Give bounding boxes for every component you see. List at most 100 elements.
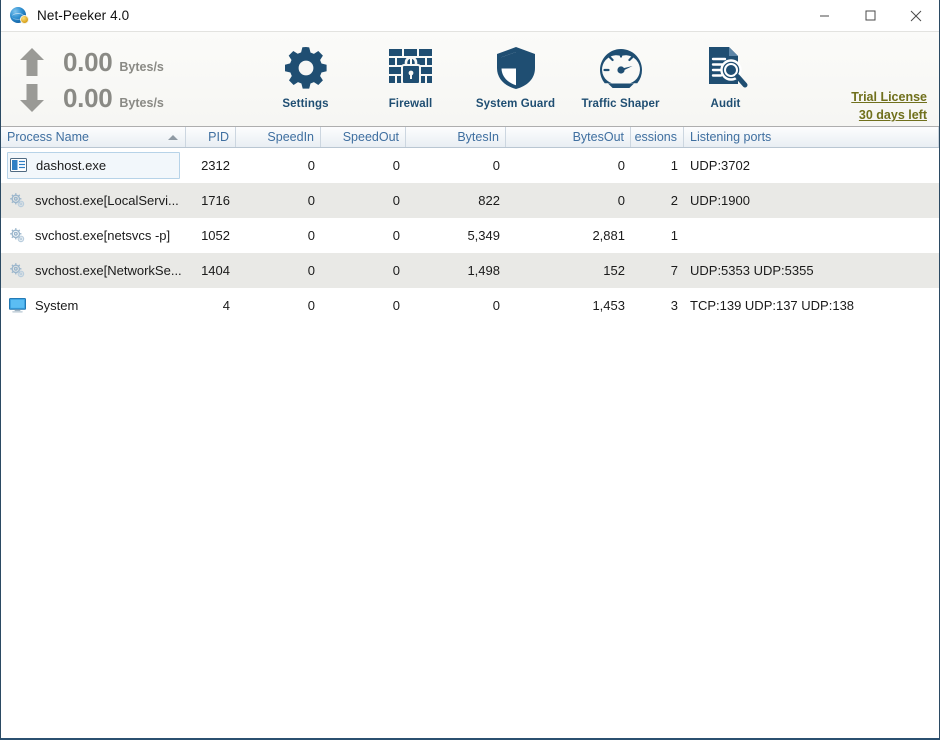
speedometer-icon [598, 44, 644, 92]
column-label-listening-ports: Listening ports [690, 130, 772, 144]
cell-sin: 0 [307, 228, 315, 243]
monitor-icon [9, 297, 26, 314]
cell-sin: 0 [307, 193, 315, 208]
cell-process-name[interactable]: svchost.exe[LocalServi... [1, 187, 186, 214]
toolbar-label-system-guard: System Guard [475, 98, 556, 110]
upload-speed: 0.00 Bytes/s [63, 49, 223, 75]
cell-sout: 0 [392, 158, 400, 173]
cell-sout: 0 [392, 228, 400, 243]
cell-sess: 3 [670, 298, 678, 313]
cell-bin: 822 [478, 193, 500, 208]
table-body: dashost.exe 2312 0 0 0 0 1 UDP:3702 svchost.exe[… [1, 148, 939, 738]
minimize-icon[interactable] [801, 0, 847, 31]
shield-icon [494, 44, 538, 92]
cell-pid: 2312 [201, 158, 230, 173]
close-icon[interactable] [893, 0, 939, 31]
speed-arrows [1, 32, 63, 126]
toolbar-label-traffic-shaper: Traffic Shaper [581, 98, 660, 110]
process-name-label: System [35, 298, 79, 313]
download-speed: 0.00 Bytes/s [63, 85, 223, 111]
cell-bout: 152 [603, 263, 625, 278]
cell-bin: 5,349 [467, 228, 500, 243]
license-line-1[interactable]: Trial License [851, 88, 927, 106]
cell-sout: 0 [392, 193, 400, 208]
sort-ascending-icon [168, 135, 178, 140]
column-header-listening-ports[interactable]: Listening ports [684, 127, 939, 147]
toolbar-button-firewall[interactable]: Firewall [358, 44, 463, 110]
cell-bout: 0 [617, 158, 625, 173]
cell-sess: 7 [670, 263, 678, 278]
app-globe-gear-icon [10, 6, 29, 24]
process-name-label: svchost.exe[LocalServi... [35, 193, 179, 208]
cell-listening-ports: TCP:139 UDP:137 UDP:138 [690, 298, 855, 313]
process-name-wrapper: svchost.exe[LocalServi... [7, 187, 180, 214]
column-label-pid: PID [208, 130, 229, 144]
upload-speed-unit: Bytes/s [119, 60, 164, 74]
column-header-speedout[interactable]: SpeedOut [321, 127, 406, 147]
arrow-up-icon [19, 47, 45, 77]
cell-process-name[interactable]: dashost.exe [1, 152, 186, 179]
table-row[interactable]: svchost.exe[netsvcs -p] 1052 0 0 5,349 2,881 1 [1, 218, 939, 253]
window-controls [801, 0, 939, 31]
download-speed-unit: Bytes/s [119, 96, 164, 110]
trial-license-link[interactable]: Trial License 30 days left [851, 88, 927, 124]
process-name-label: svchost.exe[NetworkSe... [35, 263, 182, 278]
column-header-process-name[interactable]: Process Name [1, 127, 186, 147]
cell-listening-ports: UDP:5353 UDP:5355 [690, 263, 814, 278]
cell-sin: 0 [307, 263, 315, 278]
column-header-bytesout[interactable]: BytesOut [506, 127, 631, 147]
service-gear-icon [9, 262, 26, 279]
table-row[interactable]: svchost.exe[NetworkSe... 1404 0 0 1,498 152 7 U… [1, 253, 939, 288]
cell-pid: 1716 [201, 193, 230, 208]
column-header-bytesin[interactable]: BytesIn [406, 127, 506, 147]
table-row[interactable]: dashost.exe 2312 0 0 0 0 1 UDP:3702 [1, 148, 939, 183]
column-header-pid[interactable]: PID [186, 127, 236, 147]
toolbar-label-audit: Audit [710, 98, 741, 110]
toolbar-button-system-guard[interactable]: System Guard [463, 44, 568, 110]
gear-icon [283, 44, 329, 92]
brick-wall-lock-icon [388, 44, 434, 92]
column-label-bytesin: BytesIn [457, 130, 499, 144]
table-row[interactable]: System 4 0 0 0 1,453 3 TCP:139 UDP:137 UDP:138 [1, 288, 939, 323]
arrow-down-icon [19, 83, 45, 113]
column-label-bytesout: BytesOut [572, 130, 624, 144]
toolbar-label-firewall: Firewall [388, 98, 433, 110]
title-bar: Net-Peeker 4.0 [1, 0, 939, 31]
service-gear-icon [9, 192, 26, 209]
cell-process-name[interactable]: svchost.exe[NetworkSe... [1, 257, 186, 284]
toolbar-label-settings: Settings [282, 98, 329, 110]
process-table: Process Name PID SpeedIn SpeedOut BytesI… [1, 127, 939, 738]
cell-sout: 0 [392, 263, 400, 278]
cell-sout: 0 [392, 298, 400, 313]
column-label-speedin: SpeedIn [267, 130, 314, 144]
column-header-speedin[interactable]: SpeedIn [236, 127, 321, 147]
service-gear-icon [9, 227, 26, 244]
process-name-wrapper: dashost.exe [7, 152, 180, 179]
table-row[interactable]: svchost.exe[LocalServi... 1716 0 0 822 0 2 UDP:… [1, 183, 939, 218]
toolbar-button-traffic-shaper[interactable]: Traffic Shaper [568, 44, 673, 110]
cell-process-name[interactable]: svchost.exe[netsvcs -p] [1, 222, 186, 249]
cell-sin: 0 [307, 298, 315, 313]
cell-listening-ports: UDP:1900 [690, 193, 750, 208]
document-magnifier-icon [704, 44, 748, 92]
toolbar-button-audit[interactable]: Audit [673, 44, 778, 110]
column-label-process-name: Process Name [7, 130, 89, 144]
cell-pid: 1404 [201, 263, 230, 278]
toolbar-buttons: Settings Firewall System Guard Traffic S… [253, 32, 778, 126]
cell-bout: 1,453 [592, 298, 625, 313]
app-window: Net-Peeker 4.0 0.00 Bytes/s 0.00 Bytes/s… [0, 0, 940, 740]
toolbar-button-settings[interactable]: Settings [253, 44, 358, 110]
maximize-icon[interactable] [847, 0, 893, 31]
process-name-wrapper: svchost.exe[NetworkSe... [7, 257, 182, 284]
cell-process-name[interactable]: System [1, 292, 186, 319]
column-label-sessions: essions [634, 130, 677, 144]
column-label-speedout: SpeedOut [342, 130, 399, 144]
process-name-label: dashost.exe [36, 158, 107, 173]
table-header-row: Process Name PID SpeedIn SpeedOut BytesI… [1, 127, 939, 148]
license-line-2[interactable]: 30 days left [851, 106, 927, 124]
cell-pid: 1052 [201, 228, 230, 243]
download-speed-value: 0.00 [63, 83, 113, 113]
column-header-sessions[interactable]: essions [631, 127, 684, 147]
cell-bin: 0 [492, 298, 500, 313]
cell-bout: 2,881 [592, 228, 625, 243]
